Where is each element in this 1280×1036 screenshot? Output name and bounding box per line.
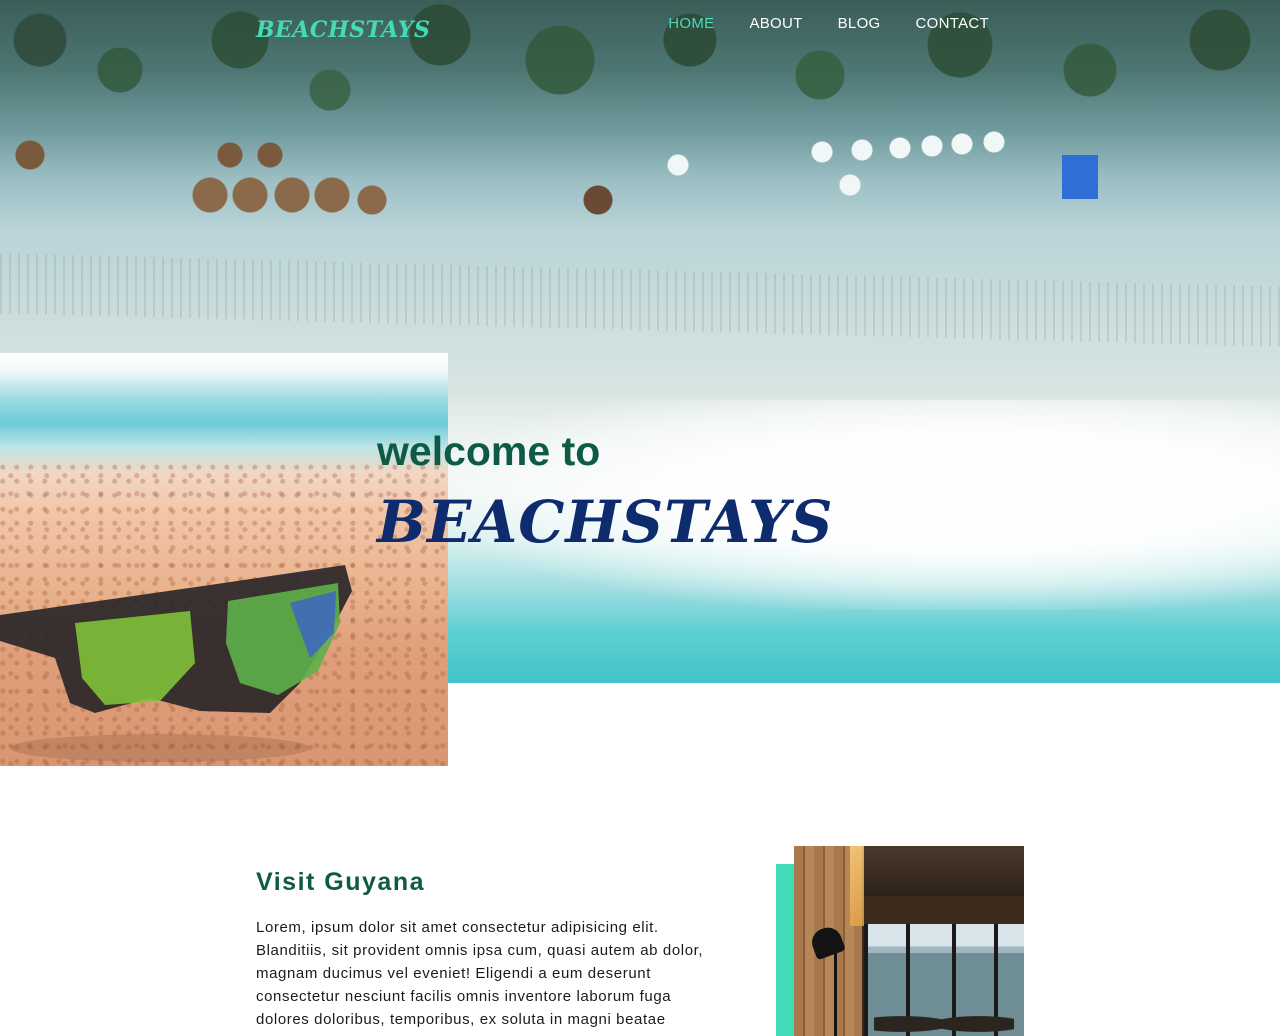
nav-home[interactable]: HOME — [668, 13, 714, 35]
nav-contact[interactable]: CONTACT — [916, 13, 989, 35]
floor-lamp-pole — [834, 950, 837, 1036]
window-frame — [864, 924, 868, 1036]
palm-trees-area — [0, 0, 1280, 125]
site-logo[interactable]: BeachStays — [256, 13, 430, 47]
ceiling — [862, 846, 1024, 896]
blue-tent — [1062, 155, 1098, 199]
main-nav: HOME ABOUT BLOG CONTACT — [668, 13, 989, 35]
nav-about[interactable]: ABOUT — [749, 13, 802, 35]
section-title: Visit Guyana — [256, 868, 425, 896]
section-body-text: Lorem, ipsum dolor sit amet consectetur … — [256, 919, 704, 1028]
nav-blog[interactable]: BLOG — [838, 13, 881, 35]
hero-welcome-text: welcome to — [377, 428, 601, 474]
lake-room-image — [794, 846, 1024, 1036]
sunglasses-graphic — [0, 565, 352, 762]
hero-brand-title: BeachStays — [377, 488, 834, 556]
armchairs — [874, 1006, 1014, 1036]
shore-line — [0, 253, 1280, 347]
wall-light — [850, 846, 864, 926]
accent-bar — [776, 864, 796, 1036]
